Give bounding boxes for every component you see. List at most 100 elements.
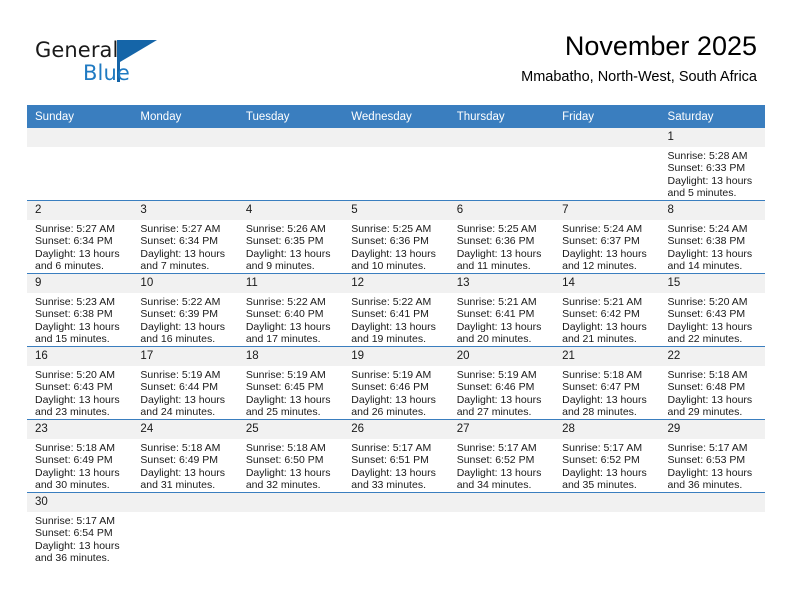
day-details: Sunrise: 5:18 AM Sunset: 6:49 PM Dayligh… — [27, 439, 132, 492]
calendar-day-cell[interactable]: 15 Sunrise: 5:20 AM Sunset: 6:43 PM Dayl… — [659, 273, 765, 347]
calendar-day-cell[interactable] — [448, 492, 555, 565]
sunrise-text: Sunrise: 5:23 AM — [35, 296, 115, 308]
daylight-text-line2: and 23 minutes. — [35, 406, 110, 419]
calendar-day-cell[interactable] — [27, 128, 133, 201]
sunrise-text: Sunrise: 5:19 AM — [140, 369, 221, 381]
calendar-day-cell[interactable]: 16 Sunrise: 5:20 AM Sunset: 6:43 PM Dayl… — [27, 346, 133, 420]
daylight-text-line2: and 26 minutes. — [351, 406, 426, 419]
calendar-day-cell[interactable] — [448, 128, 555, 201]
calendar-day-cell[interactable]: 28 Sunrise: 5:17 AM Sunset: 6:52 PM Dayl… — [554, 419, 660, 493]
daylight-text-line2: and 9 minutes. — [245, 260, 315, 273]
calendar-day-cell[interactable]: 14 Sunrise: 5:21 AM Sunset: 6:42 PM Dayl… — [554, 273, 660, 347]
daylight-text-line2: and 34 minutes. — [456, 479, 532, 492]
calendar-day-cell[interactable] — [237, 128, 344, 201]
calendar-day-cell[interactable]: 11 Sunrise: 5:22 AM Sunset: 6:40 PM Dayl… — [237, 273, 344, 347]
calendar-day-cell[interactable]: 30 Sunrise: 5:17 AM Sunset: 6:54 PM Dayl… — [27, 492, 133, 565]
day-details: Sunrise: 5:22 AM Sunset: 6:40 PM Dayligh… — [238, 293, 343, 346]
calendar-day-cell[interactable]: 2 Sunrise: 5:27 AM Sunset: 6:34 PM Dayli… — [27, 200, 133, 274]
sunrise-text: Sunrise: 5:22 AM — [140, 296, 221, 308]
sunset-text: Sunset: 6:38 PM — [667, 235, 746, 248]
brand-logo[interactable]: General Blue — [35, 38, 215, 90]
calendar-day-cell[interactable]: 5 Sunrise: 5:25 AM Sunset: 6:36 PM Dayli… — [343, 200, 449, 274]
day-number: 20 — [448, 347, 555, 366]
calendar-header-row: Sunday Monday Tuesday Wednesday Thursday… — [27, 105, 765, 128]
sunset-text: Sunset: 6:49 PM — [140, 454, 219, 467]
sunrise-text: Sunrise: 5:24 AM — [667, 223, 748, 235]
sunrise-text: Sunrise: 5:27 AM — [140, 223, 221, 235]
daylight-text-line1: Daylight: 13 hours — [245, 393, 331, 406]
calendar-day-cell[interactable]: 1 Sunrise: 5:28 AM Sunset: 6:33 PM Dayli… — [659, 128, 765, 201]
calendar-day-cell[interactable]: 4 Sunrise: 5:26 AM Sunset: 6:35 PM Dayli… — [237, 200, 344, 274]
weekday-header-friday: Friday — [554, 105, 660, 128]
daylight-text-line1: Daylight: 13 hours — [456, 320, 542, 333]
day-details — [132, 147, 237, 150]
daylight-text-line1: Daylight: 13 hours — [35, 466, 120, 479]
calendar-week-row: 1 Sunrise: 5:28 AM Sunset: 6:33 PM Dayli… — [27, 128, 765, 201]
day-number — [448, 493, 555, 512]
calendar-day-cell[interactable]: 19 Sunrise: 5:19 AM Sunset: 6:46 PM Dayl… — [343, 346, 449, 420]
calendar-day-cell[interactable] — [343, 492, 449, 565]
sunset-text: Sunset: 6:37 PM — [562, 235, 640, 248]
calendar-day-cell[interactable] — [132, 492, 238, 565]
sunset-text: Sunset: 6:53 PM — [667, 454, 746, 467]
daylight-text-line1: Daylight: 13 hours — [351, 466, 436, 479]
calendar-day-cell[interactable]: 17 Sunrise: 5:19 AM Sunset: 6:44 PM Dayl… — [132, 346, 238, 420]
sunrise-text: Sunrise: 5:27 AM — [35, 223, 115, 235]
calendar-day-cell[interactable]: 20 Sunrise: 5:19 AM Sunset: 6:46 PM Dayl… — [448, 346, 555, 420]
calendar-day-cell[interactable]: 27 Sunrise: 5:17 AM Sunset: 6:52 PM Dayl… — [448, 419, 555, 493]
calendar-day-cell[interactable] — [132, 128, 238, 201]
calendar-day-cell[interactable]: 23 Sunrise: 5:18 AM Sunset: 6:49 PM Dayl… — [27, 419, 133, 493]
day-details: Sunrise: 5:22 AM Sunset: 6:39 PM Dayligh… — [132, 293, 237, 346]
calendar-day-cell[interactable]: 26 Sunrise: 5:17 AM Sunset: 6:51 PM Dayl… — [343, 419, 449, 493]
daylight-text-line1: Daylight: 13 hours — [245, 247, 331, 260]
calendar-day-cell[interactable]: 25 Sunrise: 5:18 AM Sunset: 6:50 PM Dayl… — [237, 419, 344, 493]
calendar-day-cell[interactable] — [343, 128, 449, 201]
sunset-text: Sunset: 6:43 PM — [35, 381, 113, 394]
calendar-day-cell[interactable]: 9 Sunrise: 5:23 AM Sunset: 6:38 PM Dayli… — [27, 273, 133, 347]
day-number: 21 — [554, 347, 660, 366]
calendar-day-cell[interactable]: 7 Sunrise: 5:24 AM Sunset: 6:37 PM Dayli… — [554, 200, 660, 274]
daylight-text-line2: and 31 minutes. — [140, 479, 216, 492]
daylight-text-line2: and 35 minutes. — [562, 479, 637, 492]
day-details: Sunrise: 5:19 AM Sunset: 6:46 PM Dayligh… — [449, 366, 554, 419]
calendar-day-cell[interactable] — [554, 128, 660, 201]
weekday-header-tuesday: Tuesday — [237, 105, 344, 128]
sunrise-text: Sunrise: 5:21 AM — [456, 296, 537, 308]
sunrise-text: Sunrise: 5:24 AM — [562, 223, 643, 235]
day-number: 17 — [132, 347, 238, 366]
calendar-day-cell[interactable] — [554, 492, 660, 565]
page-header: General Blue November 2025 Mmabatho, Nor… — [0, 0, 792, 104]
calendar-day-cell[interactable] — [659, 492, 765, 565]
calendar-day-cell[interactable]: 24 Sunrise: 5:18 AM Sunset: 6:49 PM Dayl… — [132, 419, 238, 493]
day-details — [343, 512, 448, 515]
calendar-day-cell[interactable]: 29 Sunrise: 5:17 AM Sunset: 6:53 PM Dayl… — [659, 419, 765, 493]
calendar-day-cell[interactable]: 12 Sunrise: 5:22 AM Sunset: 6:41 PM Dayl… — [343, 273, 449, 347]
day-details: Sunrise: 5:18 AM Sunset: 6:50 PM Dayligh… — [238, 439, 343, 492]
calendar-day-cell[interactable]: 10 Sunrise: 5:22 AM Sunset: 6:39 PM Dayl… — [132, 273, 238, 347]
calendar-day-cell[interactable] — [237, 492, 344, 565]
title-block: November 2025 Mmabatho, North-West, Sout… — [521, 30, 757, 87]
calendar-day-cell[interactable]: 18 Sunrise: 5:19 AM Sunset: 6:45 PM Dayl… — [237, 346, 344, 420]
sunset-text: Sunset: 6:54 PM — [35, 527, 113, 540]
daylight-text-line2: and 24 minutes. — [140, 406, 216, 419]
calendar-body: 1 Sunrise: 5:28 AM Sunset: 6:33 PM Dayli… — [27, 128, 765, 565]
calendar-day-cell[interactable]: 21 Sunrise: 5:18 AM Sunset: 6:47 PM Dayl… — [554, 346, 660, 420]
calendar-day-cell[interactable]: 13 Sunrise: 5:21 AM Sunset: 6:41 PM Dayl… — [448, 273, 555, 347]
calendar-day-cell[interactable]: 22 Sunrise: 5:18 AM Sunset: 6:48 PM Dayl… — [659, 346, 765, 420]
calendar-day-cell[interactable]: 8 Sunrise: 5:24 AM Sunset: 6:38 PM Dayli… — [659, 200, 765, 274]
daylight-text-line2: and 5 minutes. — [667, 187, 737, 200]
day-details: Sunrise: 5:23 AM Sunset: 6:38 PM Dayligh… — [27, 293, 132, 346]
sunset-text: Sunset: 6:42 PM — [562, 308, 640, 321]
day-details: Sunrise: 5:19 AM Sunset: 6:46 PM Dayligh… — [343, 366, 448, 419]
day-number — [343, 493, 449, 512]
day-number — [132, 128, 238, 147]
day-number: 23 — [27, 420, 133, 439]
day-details: Sunrise: 5:21 AM Sunset: 6:42 PM Dayligh… — [554, 293, 659, 346]
day-details — [27, 147, 132, 150]
day-details: Sunrise: 5:17 AM Sunset: 6:52 PM Dayligh… — [449, 439, 554, 492]
day-number: 4 — [237, 201, 344, 220]
sunset-text: Sunset: 6:34 PM — [35, 235, 113, 248]
calendar-day-cell[interactable]: 6 Sunrise: 5:25 AM Sunset: 6:36 PM Dayli… — [448, 200, 555, 274]
daylight-text-line2: and 19 minutes. — [351, 333, 426, 346]
calendar-day-cell[interactable]: 3 Sunrise: 5:27 AM Sunset: 6:34 PM Dayli… — [132, 200, 238, 274]
